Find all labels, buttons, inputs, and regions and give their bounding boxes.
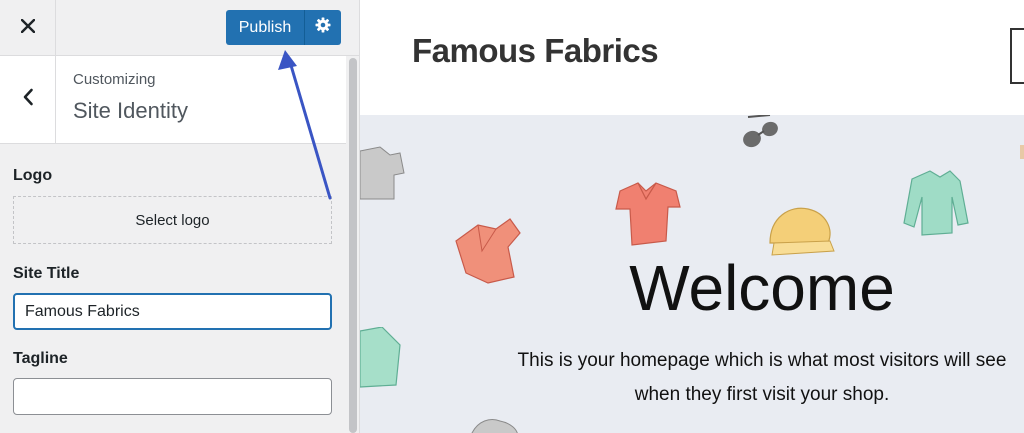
tagline-input[interactable] [13,378,332,415]
close-button[interactable] [0,0,56,56]
header-cart-box[interactable] [1010,28,1024,84]
mint-garment-illustration [360,327,401,388]
gray-garment-illustration [471,419,518,433]
chevron-left-icon [22,88,34,111]
breadcrumb: Customizing [73,71,156,88]
sunglasses-illustration [743,115,778,148]
select-logo-button[interactable]: Select logo [13,196,332,244]
hero-heading: Welcome [629,252,895,324]
hero-description: This is your homepage which is what most… [517,350,1007,405]
close-icon [20,18,35,38]
sidebar-scrollbar-thumb[interactable] [349,58,357,433]
site-preview: Famous Fabrics Welcome This is your home… [360,0,1024,433]
site-header: Famous Fabrics [360,0,1024,115]
preview-site-title[interactable]: Famous Fabrics [412,32,659,70]
customizer-header: Publish [0,0,359,56]
edge-garment-illustration [1020,145,1024,159]
publish-settings-button[interactable] [305,17,341,38]
customizer-sidebar: Publish Customizing Site Identity Logo S… [0,0,360,433]
gear-icon [315,17,331,38]
site-title-input[interactable] [13,293,332,330]
red-tshirt-illustration [615,182,681,246]
back-button[interactable] [0,56,56,143]
hero-section: Welcome This is your homepage which is w… [360,115,1024,433]
section-title: Site Identity [73,98,188,123]
publish-label: Publish [238,18,292,36]
gray-shirt-illustration [360,146,405,200]
logo-label: Logo [13,167,53,184]
section-header: Customizing Site Identity [0,56,346,144]
mint-longsleeve-illustration [903,170,969,236]
site-title-label: Site Title [13,265,80,282]
publish-button[interactable]: Publish [226,10,341,45]
tagline-label: Tagline [13,350,68,367]
